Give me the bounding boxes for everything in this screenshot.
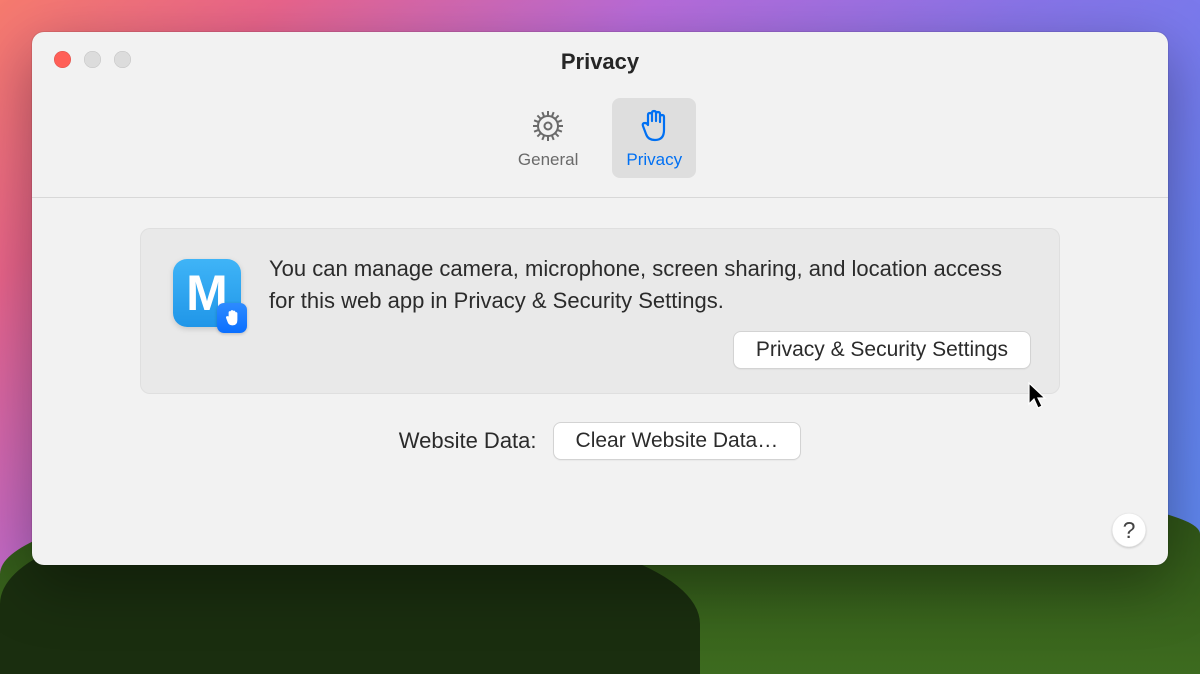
- help-icon: ?: [1123, 517, 1136, 544]
- info-text-block: You can manage camera, microphone, scree…: [269, 253, 1031, 369]
- website-data-label: Website Data:: [399, 428, 537, 454]
- content-area: M You can manage camera, microphone, scr…: [32, 198, 1168, 460]
- clear-website-data-button[interactable]: Clear Website Data…: [553, 422, 802, 460]
- privacy-info-box: M You can manage camera, microphone, scr…: [140, 228, 1060, 394]
- titlebar: Privacy: [32, 32, 1168, 198]
- hand-icon: [634, 106, 674, 146]
- preferences-window: Privacy: [32, 32, 1168, 565]
- website-data-row: Website Data: Clear Website Data…: [140, 422, 1060, 460]
- tab-privacy[interactable]: Privacy: [612, 98, 696, 178]
- privacy-security-settings-button[interactable]: Privacy & Security Settings: [733, 331, 1031, 369]
- help-button[interactable]: ?: [1112, 513, 1146, 547]
- tab-privacy-label: Privacy: [626, 150, 682, 170]
- info-description: You can manage camera, microphone, scree…: [269, 253, 1031, 317]
- tab-general-label: General: [518, 150, 578, 170]
- tab-general[interactable]: General: [504, 98, 592, 178]
- privacy-badge-icon: [217, 303, 247, 333]
- window-title: Privacy: [32, 49, 1168, 75]
- app-icon-wrap: M: [173, 259, 241, 327]
- toolbar-tabs: General Privacy: [32, 98, 1168, 178]
- gear-icon: [528, 106, 568, 146]
